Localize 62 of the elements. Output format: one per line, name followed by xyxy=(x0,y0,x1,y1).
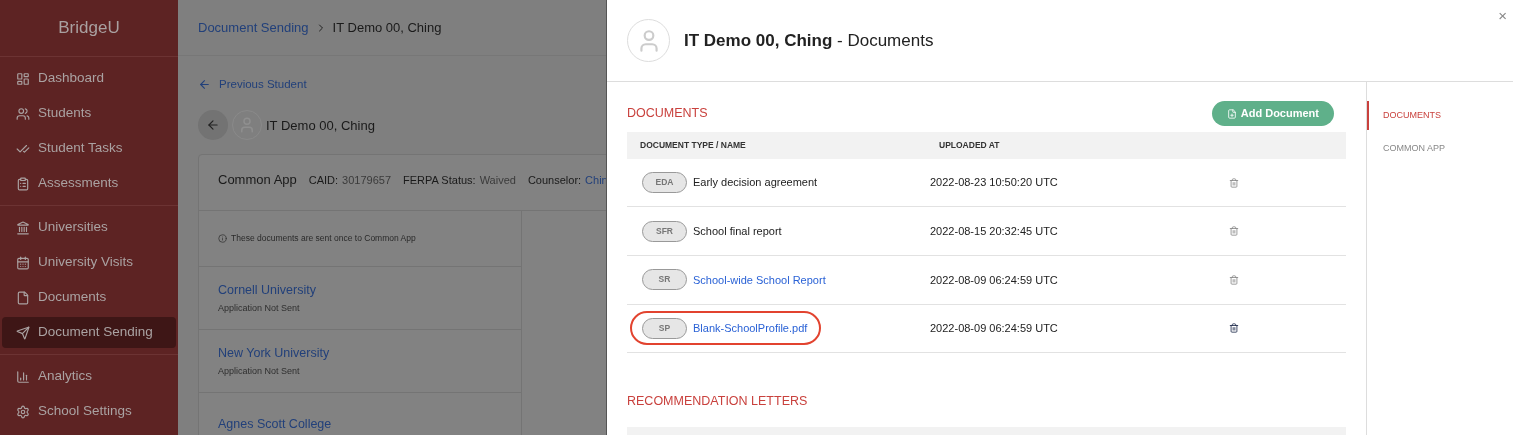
sidebar-item[interactable]: Analytics xyxy=(2,361,176,392)
column-header: UPLOADED AT xyxy=(939,139,1000,152)
add-document-button[interactable]: Add Document xyxy=(1211,101,1334,126)
university-link[interactable]: Cornell University xyxy=(218,280,502,300)
settings-icon xyxy=(16,404,30,419)
breadcrumb-current: IT Demo 00, Ching xyxy=(332,18,442,37)
drawer-nav-item[interactable]: COMMON APP xyxy=(1367,134,1513,163)
document-type-badge: SR xyxy=(642,269,687,291)
field-value: Waived xyxy=(479,173,516,189)
document-type-badge: SFR xyxy=(642,220,687,242)
document-type-badge: SP xyxy=(642,318,687,339)
field-label: CAID: xyxy=(308,173,339,189)
sidebar-item[interactable]: School Settings xyxy=(2,396,176,427)
previous-student-link[interactable]: Previous Student xyxy=(219,76,307,94)
field-label: FERPA Status: xyxy=(403,173,476,189)
dashboard-icon xyxy=(16,71,30,86)
people-icon xyxy=(16,106,30,121)
close-button[interactable]: × xyxy=(1496,8,1509,23)
sidebar-item[interactable]: Universities xyxy=(2,212,176,243)
sidebar-item[interactable]: Document Sending xyxy=(2,317,176,348)
logo[interactable]: BridgeU xyxy=(58,15,120,41)
document-name: School final report xyxy=(693,224,782,239)
university-link[interactable]: Agnes Scott College xyxy=(218,414,502,434)
document-name: Early decision agreement xyxy=(693,175,818,191)
upload-time: 2022-08-09 06:24:59 UTC xyxy=(930,321,1059,337)
sidebar-item[interactable]: Documents xyxy=(2,282,176,313)
bar-chart-icon xyxy=(16,369,30,384)
section-title: DOCUMENTS xyxy=(627,105,708,123)
sidebar-item[interactable]: Student Tasks xyxy=(2,133,176,164)
sidebar-item[interactable]: Dashboard xyxy=(2,63,176,94)
building-columns-icon xyxy=(16,220,30,235)
column-header: DOCUMENT TYPE / NAME xyxy=(640,139,747,152)
calendar-icon xyxy=(16,255,30,270)
clipboard-icon xyxy=(16,176,30,191)
sidebar-item[interactable]: University Visits xyxy=(2,247,176,278)
file-plus-icon xyxy=(1226,108,1237,119)
drawer-nav-item[interactable]: DOCUMENTS xyxy=(1367,101,1513,130)
sidebar-item[interactable]: Assessments xyxy=(2,168,176,199)
arrow-left-icon xyxy=(198,78,211,92)
breadcrumb-link[interactable]: Document Sending xyxy=(198,17,309,38)
upload-time: 2022-08-09 06:24:59 UTC xyxy=(930,272,1059,288)
back-button[interactable] xyxy=(198,110,228,141)
document-link[interactable]: Blank-SchoolProfile.pdf xyxy=(693,320,808,337)
sidebar-item[interactable]: Students xyxy=(2,98,176,129)
section-title: RECOMMENDATION LETTERS xyxy=(627,393,809,411)
upload-time: 2022-08-15 20:32:45 UTC xyxy=(930,224,1059,239)
trash-icon[interactable] xyxy=(1229,323,1239,334)
send-icon xyxy=(16,325,30,340)
student-name: IT Demo 00, Ching xyxy=(266,116,375,135)
drawer-title: IT Demo 00, Ching - Documents xyxy=(684,29,934,52)
info-icon xyxy=(218,234,227,244)
document-link[interactable]: School-wide School Report xyxy=(693,271,826,289)
document-type-badge: EDA xyxy=(642,172,687,194)
field-value: 30179657 xyxy=(342,173,392,189)
document-icon xyxy=(16,290,30,305)
notice-text: These documents are sent once to Common App xyxy=(231,232,416,246)
application-status: Application Not Sent xyxy=(218,302,301,316)
field-label: Counselor: xyxy=(527,173,582,189)
upload-time: 2022-08-23 10:50:20 UTC xyxy=(930,175,1059,191)
application-status: Application Not Sent xyxy=(218,365,301,379)
card-title: Common App xyxy=(218,171,297,190)
university-link[interactable]: New York University xyxy=(218,343,502,363)
